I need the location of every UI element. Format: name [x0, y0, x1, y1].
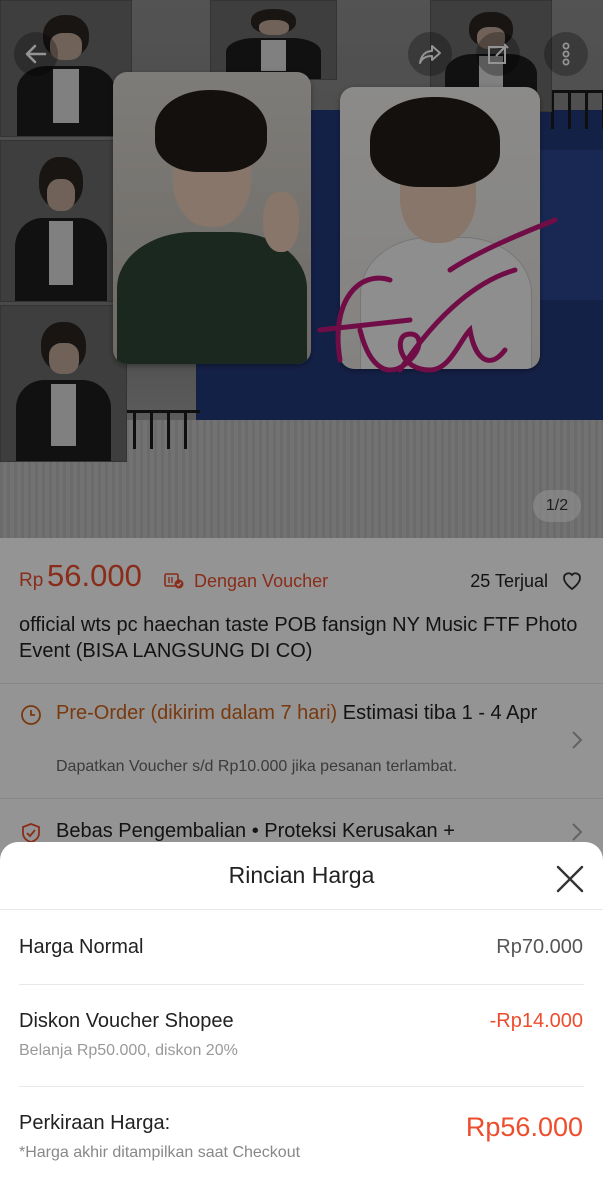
normal-price-label: Harga Normal: [19, 936, 144, 958]
estimated-price-value: Rp56.000: [465, 1112, 583, 1142]
estimated-price-label: Perkiraan Harga:: [19, 1112, 171, 1134]
divider: [19, 1086, 584, 1087]
voucher-discount-label: Diskon Voucher Shopee: [19, 1010, 234, 1032]
voucher-discount-note: Belanja Rp50.000, diskon 20%: [19, 1042, 238, 1059]
divider: [19, 984, 584, 985]
normal-price-value: Rp70.000: [496, 936, 583, 958]
price-detail-sheet: Rincian Harga Harga Normal Rp70.000 Disk…: [0, 842, 603, 1200]
close-icon[interactable]: [555, 864, 585, 894]
divider: [0, 909, 603, 910]
product-page: 1/2 Rp 56.000 Dengan Voucher 25 Terjual …: [0, 0, 603, 1200]
voucher-discount-value: -Rp14.000: [489, 1010, 583, 1032]
checkout-note: *Harga akhir ditampilkan saat Checkout: [19, 1144, 301, 1161]
sheet-title: Rincian Harga: [228, 862, 375, 888]
